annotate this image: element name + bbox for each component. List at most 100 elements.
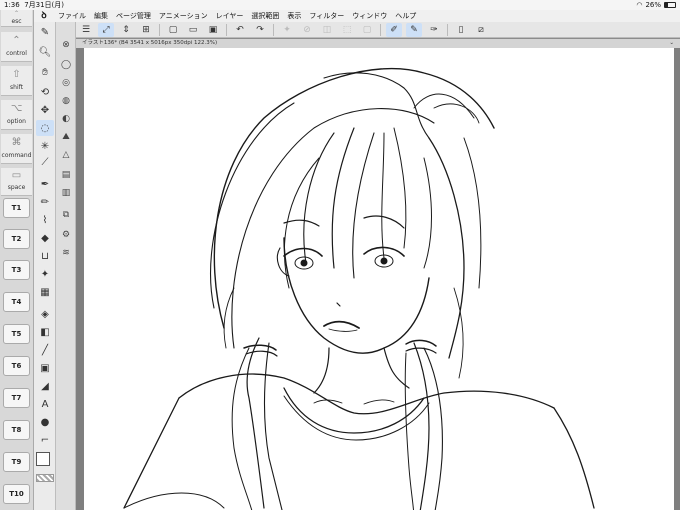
tool-lasso-icon[interactable]: ◌ — [36, 120, 54, 136]
shift-key[interactable]: ⇧ shift — [1, 66, 32, 96]
main-color-swatch[interactable] — [36, 452, 50, 466]
canvas-area[interactable] — [76, 48, 680, 510]
canvas-move-icon[interactable]: ⤢ — [98, 22, 114, 37]
invert-icon[interactable]: ◫ — [319, 23, 335, 37]
battery-icon — [664, 2, 676, 8]
menu-help[interactable]: ヘルプ — [391, 10, 420, 22]
tool-eyedropper-icon[interactable]: ⟋ — [36, 154, 54, 170]
t2-key[interactable]: T2 — [3, 229, 30, 249]
sub-stack-icon[interactable]: ≋ — [58, 246, 74, 260]
tool-move-icon[interactable]: ✥ — [36, 102, 54, 118]
control-key[interactable]: ⌃ control — [1, 32, 32, 62]
pen-stabilize-icon[interactable]: ✎ — [406, 22, 422, 37]
tool-pen-icon[interactable]: ✎ — [36, 24, 54, 40]
sub-layer-alt-icon[interactable]: ▥ — [58, 186, 74, 200]
chevron-down-icon[interactable]: ⌄ — [669, 39, 674, 48]
menu-icon[interactable]: ☰ — [78, 23, 94, 37]
lasso-deselect-icon[interactable]: ⊘ — [299, 23, 315, 37]
sub-settings-icon[interactable]: ⚙︎ — [58, 228, 74, 242]
sort-icon[interactable]: ⇕ — [118, 23, 134, 37]
document-title: イラスト136* (B4 3541 x 5016px 350dpi 122.3%… — [82, 40, 218, 46]
tool-grid-icon[interactable]: ▦ — [36, 284, 54, 300]
tool-pencil-icon[interactable]: ✏︎ — [36, 194, 54, 210]
t6-key[interactable]: T6 — [3, 356, 30, 376]
tool-hand-icon[interactable]: ✋︎ — [36, 64, 54, 80]
t8-key[interactable]: T8 — [3, 420, 30, 440]
transform-icon[interactable]: ⬚ — [339, 23, 355, 37]
sub-selection-pen-icon[interactable]: ◐ — [58, 112, 74, 126]
t9-key[interactable]: T9 — [3, 452, 30, 472]
menu-animation[interactable]: アニメーション — [155, 10, 212, 22]
t5-key[interactable]: T5 — [3, 324, 30, 344]
tool-frame-icon[interactable]: ▣ — [36, 360, 54, 376]
pen-correction-icon[interactable]: ✐ — [386, 22, 402, 37]
tool-brush-icon[interactable]: ⌇ — [36, 212, 54, 228]
menu-edit[interactable]: 編集 — [90, 10, 112, 22]
document-icon[interactable]: ▯ — [453, 23, 469, 37]
sub-lasso-icon[interactable]: ◯ — [58, 58, 74, 72]
menu-view[interactable]: 表示 — [283, 10, 305, 22]
close-icon[interactable]: ⊗ — [58, 38, 74, 52]
t1-key[interactable]: T1 — [3, 198, 30, 218]
flip-icon[interactable]: ⧄ — [473, 23, 489, 37]
command-key[interactable]: ⌘ command — [1, 134, 32, 164]
t4-key[interactable]: T4 — [3, 292, 30, 312]
sub-lasso-sub-icon[interactable]: ◍ — [58, 94, 74, 108]
toolbar-divider — [226, 23, 227, 36]
tool-fill-icon[interactable]: ◈ — [36, 306, 54, 322]
selection-clear-icon[interactable]: ✦ — [279, 23, 295, 37]
option-key[interactable]: ⌥ option — [1, 100, 32, 130]
tool-fill-bucket-small-icon[interactable]: ⊔ — [36, 248, 54, 264]
app-logo-icon[interactable]: ꝺ — [34, 10, 54, 22]
tool-rotate-icon[interactable]: ⟲ — [36, 84, 54, 100]
tool-magic-wand-icon[interactable]: ✳ — [36, 138, 54, 154]
edge-keyboard: ⌃ esc ⌃ control ⇧ shift ⌥ option ⌘ command ▭ s… — [0, 10, 34, 510]
tool-dot-icon[interactable]: ● — [36, 414, 54, 430]
save-icon[interactable]: ▣ — [205, 23, 221, 37]
new-file-icon[interactable]: ▢ — [165, 23, 181, 37]
menu-filter[interactable]: フィルター — [305, 10, 348, 22]
wifi-icon: ◠ — [636, 1, 643, 9]
sub-layer-icon[interactable]: ▤ — [58, 168, 74, 182]
quick-access-icon[interactable]: ⊞ — [138, 23, 154, 37]
t7-key[interactable]: T7 — [3, 388, 30, 408]
toolbar-divider — [447, 23, 448, 36]
sub-copy-icon[interactable]: ⧉ — [58, 208, 74, 222]
menu-layer[interactable]: レイヤー — [212, 10, 248, 22]
tool-line-icon[interactable]: ╱ — [36, 342, 54, 358]
menu-file[interactable]: ファイル — [54, 10, 90, 22]
toolbar-divider — [159, 23, 160, 36]
canvas-paper[interactable] — [84, 48, 674, 510]
tool-pen-nib-icon[interactable]: ✒ — [36, 176, 54, 192]
t10-key[interactable]: T10 — [3, 484, 30, 504]
menu-bar: ꝺ ファイル 編集 ページ管理 アニメーション レイヤー 選択範囲 表示 フィル… — [34, 10, 680, 22]
crop-icon[interactable]: ▢ — [359, 23, 375, 37]
tool-shape-icon[interactable]: ◢ — [36, 378, 54, 394]
document-tab[interactable]: イラスト136* (B4 3541 x 5016px 350dpi 122.3%… — [76, 39, 680, 48]
status-right: ◠ 26% — [636, 0, 676, 10]
sub-mountain-icon[interactable]: ⛰︎ — [58, 130, 74, 144]
tool-palette: ✎ 🔍︎ ✋︎ ⟲ ✥ ◌ ✳ ⟋ ✒ ✏︎ ⌇ ◆ ⊔ ✦ ▦ ◈ ◧ ╱ ▣… — [34, 22, 56, 510]
undo-icon[interactable]: ↶ — [232, 23, 248, 37]
menu-window[interactable]: ウィンドウ — [348, 10, 391, 22]
sub-lasso-add-icon[interactable]: ◎ — [58, 76, 74, 90]
transparent-color-swatch[interactable] — [36, 474, 54, 482]
toolbar-divider — [380, 23, 381, 36]
tool-gradient-icon[interactable]: ◧ — [36, 324, 54, 340]
tool-zoom-icon[interactable]: 🔍︎ — [36, 44, 54, 60]
pen-vector-icon[interactable]: ✑ — [426, 23, 442, 37]
tool-sparkle-icon[interactable]: ✦ — [36, 266, 54, 282]
open-icon[interactable]: ▭ — [185, 23, 201, 37]
status-bar: 1:36 7月31日(月) ◠ 26% — [0, 0, 680, 10]
esc-key[interactable]: ⌃ esc — [1, 10, 32, 27]
tool-text-icon[interactable]: A — [36, 396, 54, 412]
tool-correct-line-icon[interactable]: ⌐ — [36, 432, 54, 448]
menu-selection[interactable]: 選択範囲 — [247, 10, 283, 22]
space-key[interactable]: ▭ space — [1, 168, 32, 196]
menu-page[interactable]: ページ管理 — [112, 10, 155, 22]
battery-percent: 26% — [645, 1, 661, 9]
t3-key[interactable]: T3 — [3, 260, 30, 280]
tool-eraser-icon[interactable]: ◆ — [36, 230, 54, 246]
redo-icon[interactable]: ↷ — [252, 23, 268, 37]
sub-mountain-alt-icon[interactable]: △ — [58, 148, 74, 162]
